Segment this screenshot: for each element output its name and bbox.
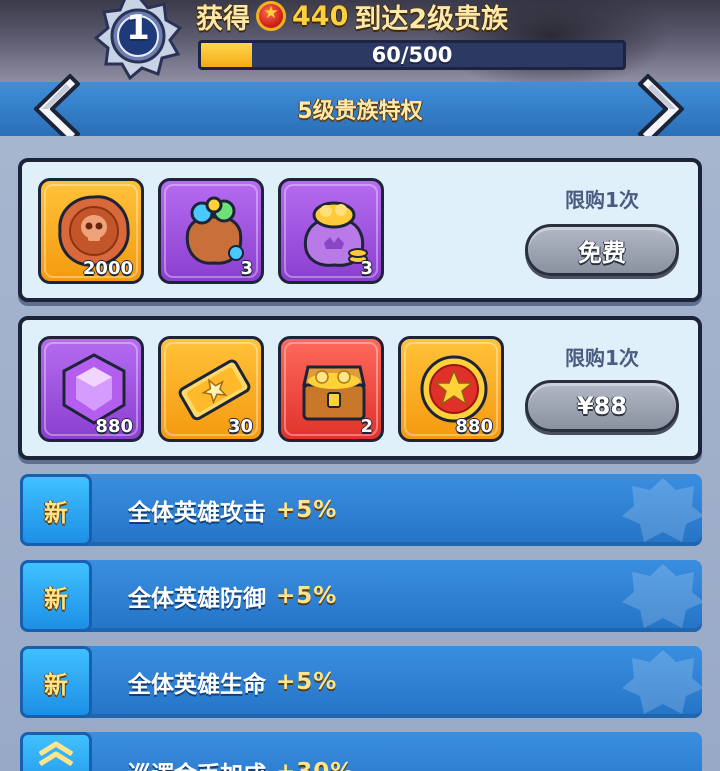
reward-item[interactable]: 3 — [158, 178, 264, 284]
item-quantity: 2000 — [82, 258, 133, 279]
purchase-limit: 限购1次 — [565, 346, 639, 370]
crest-watermark-icon — [622, 650, 702, 714]
goal-amount: 440 — [292, 0, 349, 32]
new-badge: 新 — [20, 474, 92, 546]
item-quantity: 30 — [227, 416, 253, 437]
crest-watermark-icon — [622, 478, 702, 542]
reward-pack-paid: 880 30 2 880 限购1次 ¥88 — [18, 316, 702, 460]
next-level-goal: 获得 440 到达2级贵族 — [196, 0, 509, 35]
reward-item[interactable]: 30 — [158, 336, 264, 442]
level-number: 1 — [126, 8, 150, 48]
item-quantity: 880 — [95, 416, 133, 437]
perk-row: 新 全体英雄防御 +5% — [20, 560, 702, 632]
prev-tier-button[interactable] — [30, 72, 80, 146]
double-chevron-up-icon — [38, 741, 74, 766]
perk-label: 巡逻金币加成 — [128, 755, 266, 771]
goal-suffix: 到达2级贵族 — [354, 3, 509, 35]
perk-value: +5% — [276, 669, 338, 695]
top-banner: 1 获得 440 到达2级贵族 60/500 — [0, 0, 720, 82]
star-coin-icon — [256, 1, 286, 31]
perk-value: +5% — [276, 583, 338, 609]
item-quantity: 3 — [240, 258, 253, 279]
tier-header: 5级贵族特权 — [0, 82, 720, 136]
claim-free-button[interactable]: 免费 — [525, 224, 679, 276]
vip-level-badge: 1 — [92, 0, 184, 81]
perk-label: 全体英雄攻击 — [128, 500, 266, 526]
vip-progress-bar: 60/500 — [198, 40, 626, 70]
reward-item[interactable]: 880 — [38, 336, 144, 442]
goal-prefix: 获得 — [196, 3, 250, 35]
perk-label: 全体英雄防御 — [128, 586, 266, 612]
new-badge: 新 — [20, 646, 92, 718]
purchase-limit: 限购1次 — [565, 188, 639, 212]
perk-value: +5% — [276, 497, 338, 523]
perk-label: 全体英雄生命 — [128, 672, 266, 698]
upgrade-badge — [20, 732, 92, 771]
tier-title: 5级贵族特权 — [297, 99, 423, 124]
chevron-left-icon — [34, 74, 80, 144]
new-badge: 新 — [20, 560, 92, 632]
item-quantity: 2 — [360, 416, 373, 437]
perk-row: 新 全体英雄生命 +5% — [20, 646, 702, 718]
item-quantity: 880 — [455, 416, 493, 437]
reward-item[interactable]: 2000 — [38, 178, 144, 284]
reward-item[interactable]: 880 — [398, 336, 504, 442]
perk-value: +30% — [276, 759, 354, 771]
reward-pack-free: 2000 3 3 限购1次 免费 — [18, 158, 702, 302]
progress-text: 60/500 — [371, 43, 453, 67]
crest-watermark-icon — [622, 564, 702, 628]
perk-row: 巡逻金币加成 +30% — [20, 732, 702, 771]
item-quantity: 3 — [360, 258, 373, 279]
next-tier-button[interactable] — [638, 72, 688, 146]
buy-price-button[interactable]: ¥88 — [525, 380, 679, 432]
reward-item[interactable]: 3 — [278, 178, 384, 284]
chevron-right-icon — [638, 74, 684, 144]
perk-row: 新 全体英雄攻击 +5% — [20, 474, 702, 546]
reward-item[interactable]: 2 — [278, 336, 384, 442]
